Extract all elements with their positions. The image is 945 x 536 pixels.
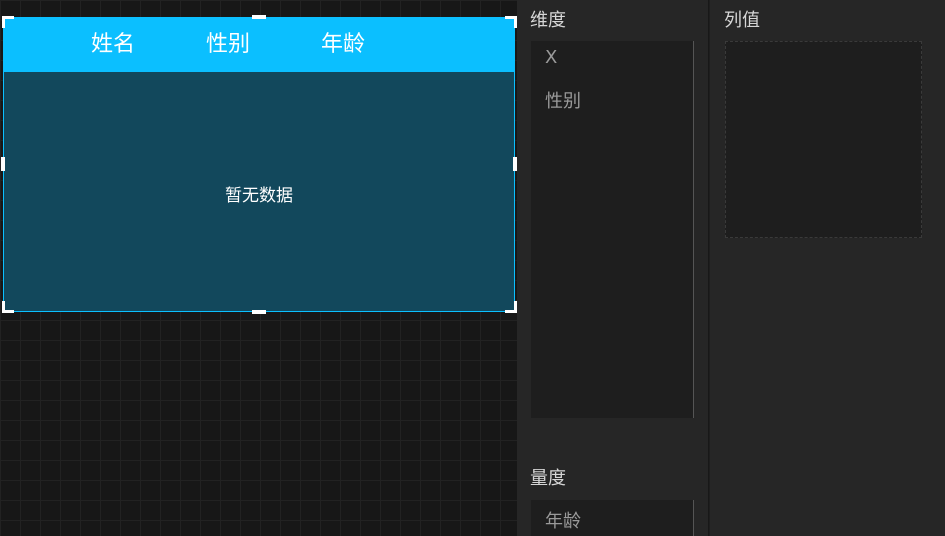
empty-state-text: 暂无数据 — [225, 186, 293, 206]
resize-handle-top-left[interactable] — [2, 16, 14, 28]
dimension-item-x[interactable]: X — [545, 47, 557, 68]
column-value-panel: 列值 — [709, 0, 945, 536]
resize-handle-bottom[interactable] — [252, 310, 266, 314]
design-canvas[interactable]: 姓名 性别 年龄 暂无数据 — [0, 0, 517, 536]
table-header: 姓名 性别 年龄 — [4, 18, 514, 72]
table-widget[interactable]: 姓名 性别 年龄 暂无数据 — [3, 17, 515, 312]
measure-list[interactable]: 年龄 — [531, 500, 694, 536]
fields-panel: 维度 X 性别 量度 年龄 — [517, 0, 708, 536]
dimension-list[interactable]: X 性别 — [531, 41, 694, 418]
resize-handle-top-right[interactable] — [505, 16, 517, 28]
measure-item-age[interactable]: 年龄 — [545, 507, 581, 533]
column-value-title: 列值 — [724, 10, 760, 31]
column-header-name[interactable]: 姓名 — [63, 18, 163, 72]
measure-title: 量度 — [530, 468, 566, 489]
column-value-dropzone[interactable] — [725, 41, 922, 238]
column-header-gender[interactable]: 性别 — [178, 18, 278, 72]
resize-handle-top[interactable] — [252, 15, 266, 19]
resize-handle-left[interactable] — [1, 157, 5, 171]
column-header-age[interactable]: 年龄 — [293, 18, 393, 72]
resize-handle-bottom-right[interactable] — [505, 301, 517, 313]
dimension-item-gender[interactable]: 性别 — [545, 87, 581, 113]
dimension-title: 维度 — [530, 10, 566, 31]
resize-handle-bottom-left[interactable] — [2, 301, 14, 313]
